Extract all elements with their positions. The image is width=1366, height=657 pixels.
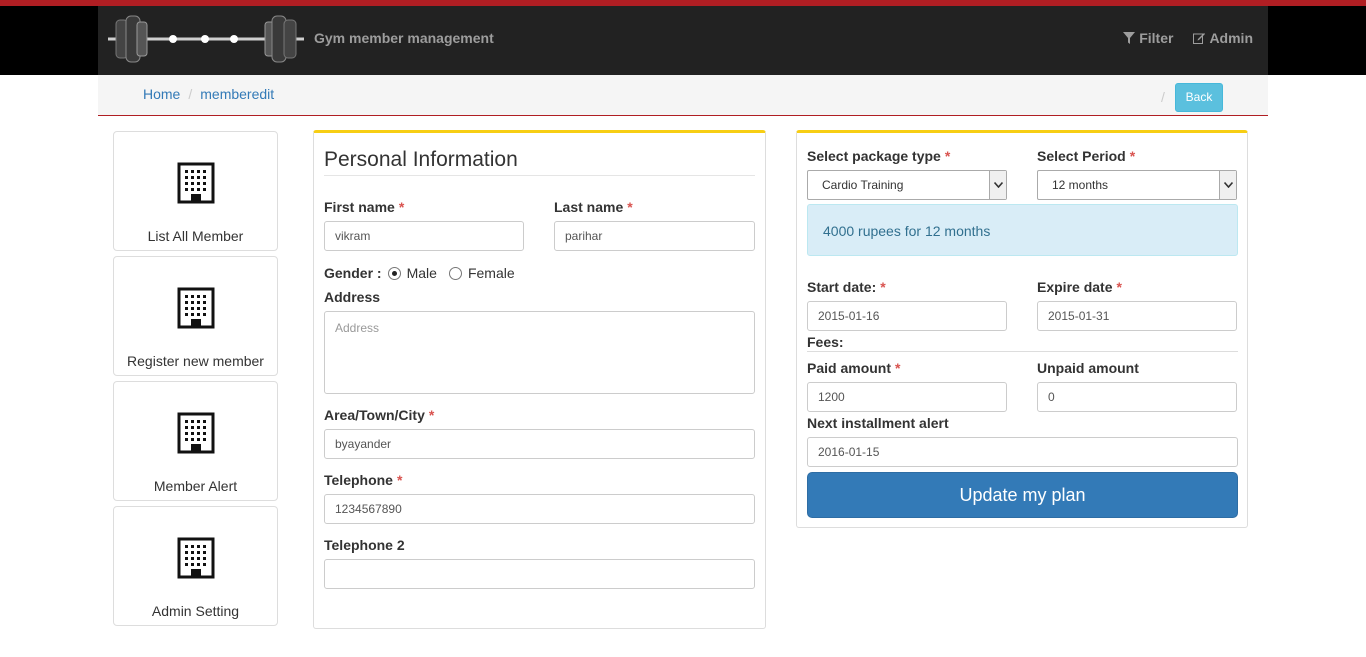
last-name-label: Last name *: [554, 199, 633, 215]
expire-date-field[interactable]: 2015-01-31: [1037, 301, 1237, 331]
paid-amount-field[interactable]: 1200: [807, 382, 1007, 412]
address-label: Address: [324, 289, 381, 305]
personal-info-title: Personal Information: [324, 148, 518, 171]
filter-link-label: Filter: [1139, 30, 1174, 46]
chevron-down-icon: [989, 171, 1006, 199]
unpaid-amount-field[interactable]: 0: [1037, 382, 1237, 412]
period-select[interactable]: 12 months: [1037, 170, 1237, 200]
gender-male-label: Male: [406, 265, 437, 281]
sidebar-item-register-new-member[interactable]: Register new member: [113, 256, 278, 376]
start-date-label: Start date: *: [807, 279, 886, 295]
gender-label: Gender :: [324, 265, 382, 281]
chevron-down-icon: [1219, 171, 1236, 199]
unpaid-amount-label: Unpaid amount: [1037, 360, 1139, 376]
installment-alert-label: Next installment alert: [807, 415, 949, 431]
fees-label: Fees:: [807, 334, 844, 350]
package-selected-value: Cardio Training: [822, 178, 904, 192]
telephone-label: Telephone *: [324, 472, 403, 488]
filter-link[interactable]: Filter: [1123, 30, 1173, 46]
navbar: Gym member management Filter Admin: [98, 6, 1268, 75]
breadcrumb-separator: /: [188, 86, 193, 102]
first-name-label: First name *: [324, 199, 405, 215]
personal-info-panel: Personal Information First name * vikram …: [313, 130, 766, 629]
building-icon: [177, 412, 215, 454]
installment-alert-field[interactable]: 2016-01-15: [807, 437, 1238, 467]
sidebar-item-list-all-member[interactable]: List All Member: [113, 131, 278, 251]
building-icon: [177, 162, 215, 204]
city-field[interactable]: byayander: [324, 429, 755, 459]
last-name-field[interactable]: parihar: [554, 221, 755, 251]
admin-link-label: Admin: [1209, 30, 1253, 46]
address-textarea[interactable]: Address: [324, 311, 755, 394]
city-label: Area/Town/City *: [324, 407, 435, 423]
update-plan-button[interactable]: Update my plan: [807, 472, 1238, 518]
sidebar-item-label: List All Member: [147, 228, 244, 244]
gender-male-radio[interactable]: [387, 266, 401, 280]
barbell-logo-icon: [108, 15, 304, 63]
sidebar-item-admin-setting[interactable]: Admin Setting: [113, 506, 278, 626]
telephone2-label: Telephone 2: [324, 537, 405, 553]
breadcrumb: Home / memberedit / Back: [98, 75, 1268, 116]
first-name-field[interactable]: vikram: [324, 221, 524, 251]
price-info-box: 4000 rupees for 12 months: [807, 204, 1238, 256]
period-selected-value: 12 months: [1052, 178, 1109, 192]
period-label: Select Period *: [1037, 148, 1136, 164]
title-divider: [324, 175, 755, 176]
gender-female-radio[interactable]: [448, 266, 462, 280]
edit-icon: [1193, 33, 1206, 44]
gender-female-label: Female: [467, 265, 515, 281]
sidebar-item-label: Register new member: [127, 353, 264, 369]
breadcrumb-separator: /: [1161, 89, 1165, 105]
package-label: Select package type *: [807, 148, 951, 164]
start-date-field[interactable]: 2015-01-16: [807, 301, 1007, 331]
gender-group: Gender : Male Female: [324, 265, 515, 281]
paid-amount-label: Paid amount *: [807, 360, 901, 376]
building-icon: [177, 537, 215, 579]
breadcrumb-home[interactable]: Home: [143, 86, 180, 102]
sidebar-item-label: Member Alert: [153, 478, 238, 494]
breadcrumb-current[interactable]: memberedit: [200, 86, 274, 102]
building-icon: [177, 287, 215, 329]
sidebar-item-label: Admin Setting: [151, 603, 240, 619]
expire-date-label: Expire date *: [1037, 279, 1122, 295]
brand-title[interactable]: Gym member management: [314, 30, 494, 46]
sidebar-item-member-alert[interactable]: Member Alert: [113, 381, 278, 501]
package-select[interactable]: Cardio Training: [807, 170, 1007, 200]
back-button[interactable]: Back: [1175, 83, 1223, 112]
fees-divider: [807, 351, 1238, 352]
plan-panel: Select package type * Cardio Training Sel…: [796, 130, 1248, 528]
admin-link[interactable]: Admin: [1193, 30, 1253, 46]
telephone-field[interactable]: 1234567890: [324, 494, 755, 524]
filter-icon: [1123, 32, 1136, 44]
telephone2-field[interactable]: [324, 559, 755, 589]
